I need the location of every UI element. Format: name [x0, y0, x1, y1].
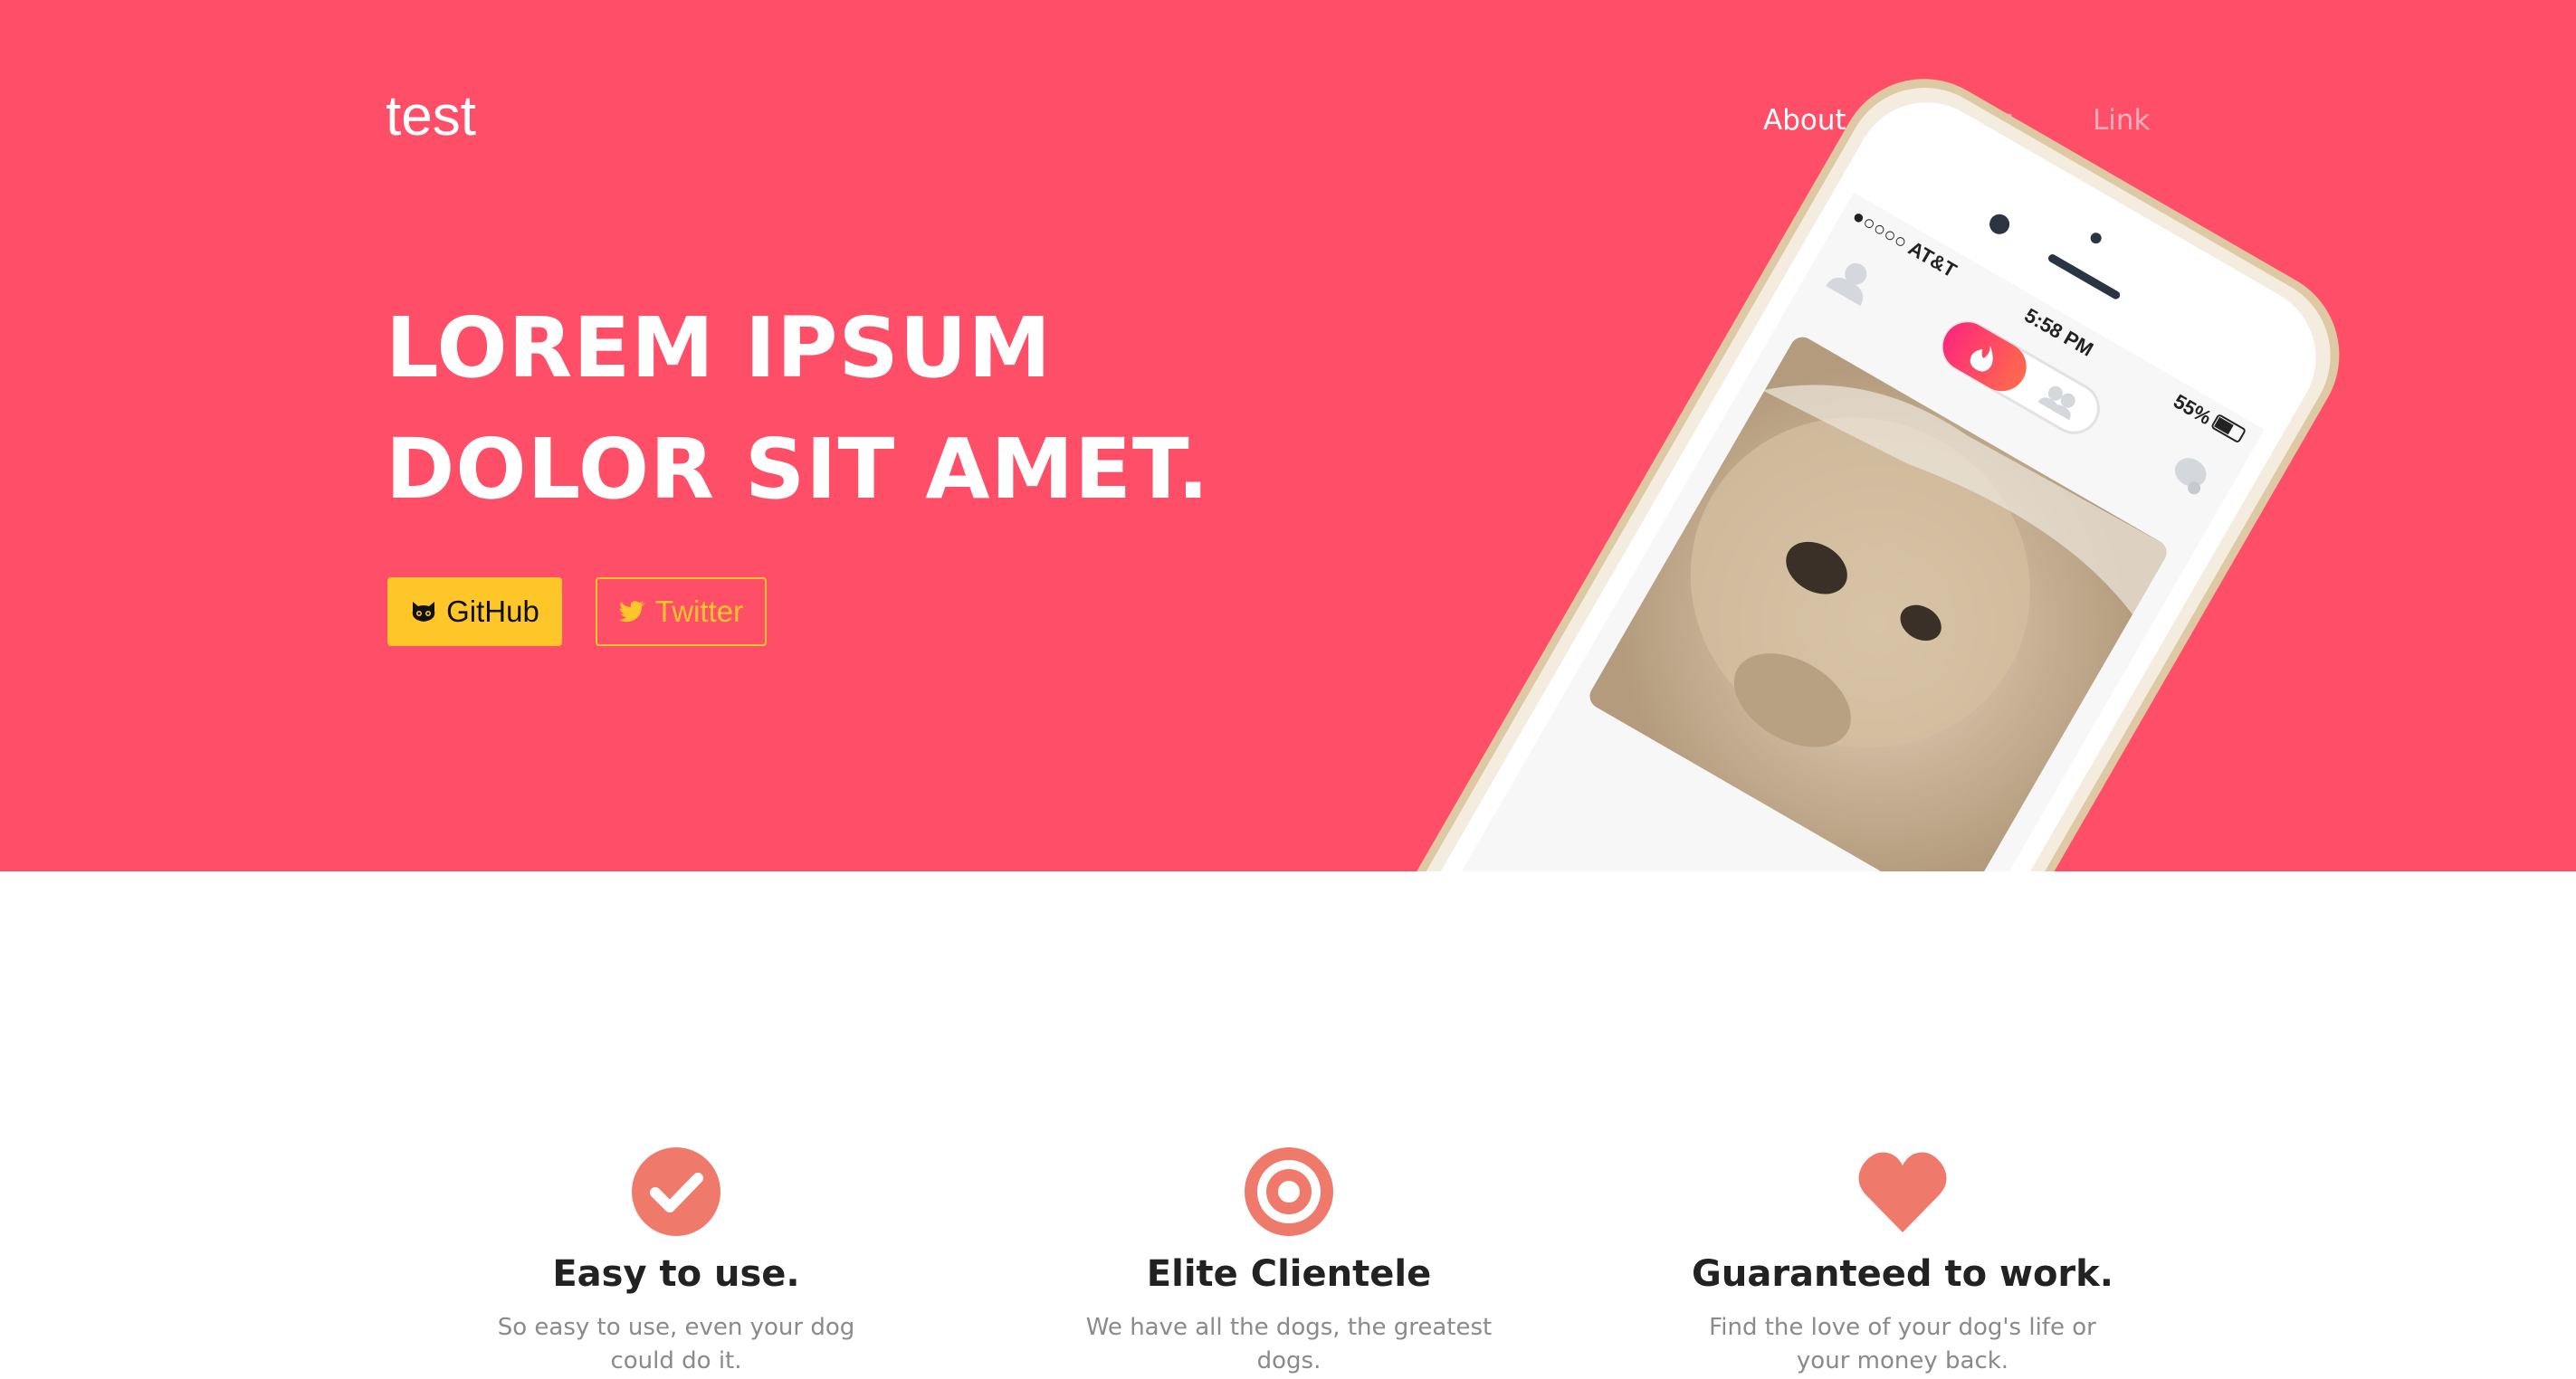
status-bar: ●○○○○ AT&T 5:58 PM 55%: [1848, 204, 2246, 442]
discover-toggle: [1942, 320, 2100, 434]
phone-screen: [1428, 192, 2265, 871]
brand-logo[interactable]: test: [386, 89, 476, 145]
earpiece: [2048, 254, 2121, 300]
twitter-button-label: Twitter: [654, 594, 744, 628]
nav-link[interactable]: Link: [2093, 107, 2150, 135]
battery-label: 55%: [2170, 390, 2216, 430]
group-icon: [2047, 385, 2063, 401]
twitter-button[interactable]: Twitter: [596, 577, 767, 646]
feature-title: Easy to use.: [552, 1253, 800, 1295]
flame-icon: [1970, 345, 1993, 372]
chat-icon: [2174, 458, 2207, 495]
feature-title: Elite Clientele: [1146, 1253, 1432, 1295]
feature-description: So easy to use, even your dog could do i…: [497, 1314, 855, 1374]
front-camera: [1989, 214, 2010, 234]
twitter-icon: [618, 601, 645, 623]
carrier-label: ●○○○○ AT&T: [1848, 204, 1961, 282]
heart-icon: [1858, 1152, 1947, 1232]
github-button[interactable]: GitHub: [387, 577, 562, 646]
github-icon: [412, 602, 435, 622]
feature-title: Guaranteed to work.: [1692, 1253, 2113, 1295]
headline-line-2: DOLOR SIT AMET.: [386, 421, 1210, 518]
nav-prices[interactable]: Prices: [1931, 107, 2014, 135]
headline-line-1: LOREM IPSUM: [386, 300, 1052, 396]
phone-body: [1380, 79, 2340, 871]
dog-photo: [1585, 332, 2171, 871]
front-sensor: [2090, 233, 2102, 244]
battery-icon: [2211, 414, 2246, 442]
checkmark-circle-icon: [632, 1147, 720, 1236]
feature-description: We have all the dogs, the greatest dogs.: [1085, 1314, 1493, 1374]
features-section: [0, 871, 2576, 1379]
github-button-label: GitHub: [446, 594, 539, 628]
hero-headline: LOREM IPSUM DOLOR SIT AMET.: [386, 288, 1210, 530]
nav-about[interactable]: About: [1763, 107, 1846, 135]
profile-icon: [1826, 262, 1867, 307]
time-label: 5:58 PM: [2021, 304, 2098, 361]
target-icon: [1245, 1147, 1333, 1236]
feature-description: Find the love of your dog's life or your…: [1709, 1314, 2096, 1374]
hero-section: test About Prices Link LOREM IPSUM DOLOR…: [0, 0, 2576, 871]
